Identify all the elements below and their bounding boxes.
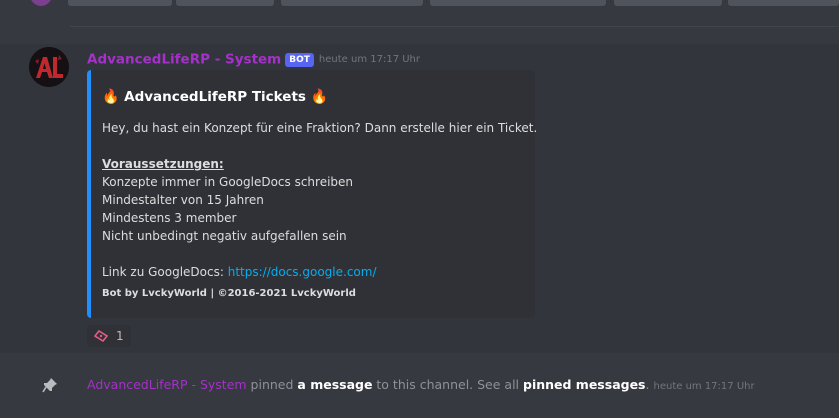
timestamp[interactable]: heute um 17:17 Uhr (319, 54, 420, 65)
requirement-item: Nicht unbedingt negativ aufgefallen sein (102, 229, 347, 243)
fire-emoji-icon: 🔥 (310, 89, 329, 105)
googledocs-link[interactable]: https://docs.google.com/ (228, 265, 377, 279)
embed-intro: Hey, du hast ein Konzept für eine Frakti… (102, 121, 538, 135)
server-logo-icon (29, 47, 69, 87)
embed-title: 🔥 AdvancedLifeRP Tickets 🔥 (102, 89, 328, 105)
top-button-4[interactable] (430, 0, 606, 6)
requirement-item: Konzepte immer in GoogleDocs schreiben (102, 175, 354, 189)
requirement-item: Mindestalter von 15 Jahren (102, 193, 264, 207)
top-button-strip (0, 0, 839, 28)
system-timestamp[interactable]: heute um 17:17 Uhr (653, 381, 754, 392)
link-label: Link zu GoogleDocs: (102, 265, 224, 279)
top-button-1[interactable] (68, 0, 172, 6)
text-pinned: pinned (246, 377, 298, 392)
ticket-emoji-icon (94, 330, 108, 342)
pin-icon (42, 378, 57, 393)
embed-description: Hey, du hast ein Konzept für eine Frakti… (102, 119, 537, 281)
avatar-partial (30, 0, 52, 6)
text-period: . (645, 377, 650, 392)
username[interactable]: AdvancedLifeRP - System (87, 52, 281, 68)
fire-emoji-icon: 🔥 (102, 89, 120, 105)
embed: 🔥 AdvancedLifeRP Tickets 🔥 Hey, du hast … (87, 70, 537, 318)
reaction-count: 1 (116, 329, 124, 343)
avatar[interactable] (29, 47, 69, 87)
system-pinned-message: AdvancedLifeRP - System pinned a message… (87, 376, 755, 394)
top-button-2[interactable] (176, 0, 274, 6)
reaction-button[interactable]: 1 (87, 325, 131, 347)
text-to-channel: to this channel. See all (372, 377, 523, 392)
pinned-messages-link[interactable]: pinned messages (523, 377, 646, 392)
embed-footer: Bot by LvckyWorld | ©2016-2021 LvckyWorl… (102, 288, 356, 299)
system-username[interactable]: AdvancedLifeRP - System (87, 377, 247, 392)
message-header: AdvancedLifeRP - System BOT heute um 17:17… (87, 49, 420, 68)
requirement-item: Mindestens 3 member (102, 211, 237, 225)
requirements-heading: Voraussetzungen: (102, 157, 224, 171)
link-line: Link zu GoogleDocs: https://docs.google.… (102, 263, 537, 281)
top-button-3[interactable] (281, 0, 423, 6)
bot-tag: BOT (285, 52, 314, 67)
divider (70, 26, 839, 27)
top-button-5[interactable] (614, 0, 722, 6)
embed-title-text: AdvancedLifeRP Tickets (124, 89, 306, 105)
pinned-message-link[interactable]: a message (297, 377, 372, 392)
top-button-6[interactable] (728, 0, 839, 6)
